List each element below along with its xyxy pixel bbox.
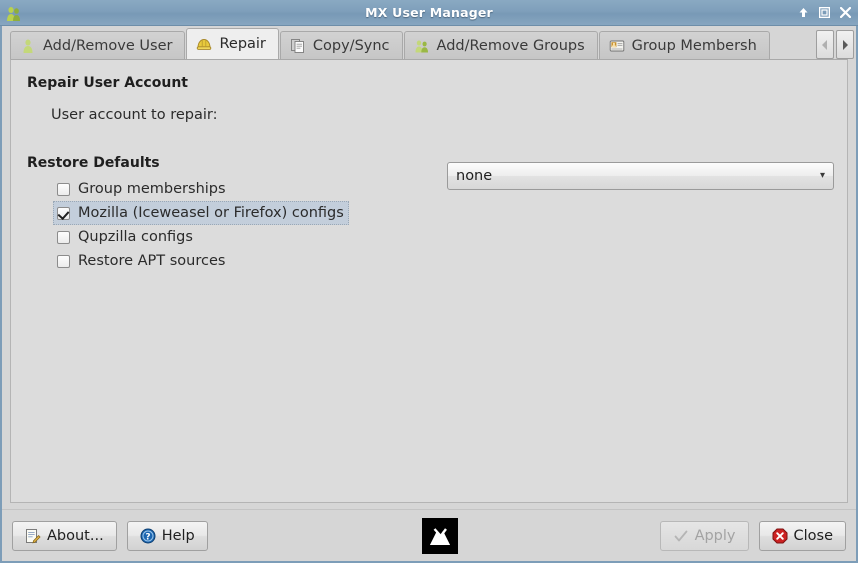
copy-documents-icon — [290, 38, 306, 54]
tab-group-membership[interactable]: Group Membersh — [598, 31, 770, 59]
question-mark-circle-icon: ? — [140, 528, 156, 544]
tab-label: Group Membersh — [631, 37, 757, 54]
id-card-icon — [609, 38, 625, 54]
checkmark-icon — [673, 528, 689, 544]
tab-add-remove-user[interactable]: Add/Remove User — [10, 31, 186, 59]
checkbox-label: Group memberships — [78, 181, 226, 197]
hardhat-icon — [196, 36, 212, 52]
tab-scroll-left-button[interactable] — [816, 30, 834, 59]
qupzilla-configs-checkbox[interactable] — [57, 230, 70, 244]
checkbox-label: Restore APT sources — [78, 253, 226, 269]
repair-section-heading: Repair User Account — [27, 75, 188, 91]
user-icon — [20, 38, 36, 54]
mozilla-configs-checkbox[interactable] — [57, 206, 70, 220]
tab-copy-sync[interactable]: Copy/Sync — [279, 31, 403, 59]
tab-label: Copy/Sync — [312, 37, 390, 54]
tab-label: Add/Remove User — [43, 37, 173, 54]
about-button[interactable]: About... — [12, 520, 117, 551]
primary-actions: Apply Close — [659, 520, 846, 551]
close-button-label: Close — [793, 527, 834, 544]
user-account-row: User account to repair: — [51, 99, 833, 130]
window-body: Add/Remove User Repair Copy/Sync Add/Rem… — [2, 26, 856, 561]
user-account-select[interactable]: none ▾ — [447, 162, 834, 190]
maximize-button[interactable] — [818, 6, 831, 19]
stop-x-icon — [772, 528, 788, 544]
tab-add-remove-groups[interactable]: Add/Remove Groups — [403, 31, 598, 59]
tab-bar: Add/Remove User Repair Copy/Sync Add/Rem… — [2, 26, 856, 59]
user-account-label: User account to repair: — [51, 106, 218, 123]
svg-text:?: ? — [145, 532, 150, 542]
application-window: MX User Manager Add/Remove User Repair C… — [0, 0, 858, 563]
title-bar[interactable]: MX User Manager — [0, 0, 858, 26]
repair-tab-panel: Repair User Account User account to repa… — [10, 59, 848, 503]
apply-button[interactable]: Apply — [659, 520, 749, 551]
tab-scroll-buttons — [816, 30, 856, 59]
tab-repair[interactable]: Repair — [186, 28, 279, 59]
group-memberships-checkbox[interactable] — [57, 182, 70, 196]
user-account-value: none — [456, 168, 493, 184]
users-group-icon — [414, 38, 430, 54]
window-controls — [797, 0, 852, 25]
users-group-icon — [3, 2, 25, 24]
checkbox-row-restore-apt-sources[interactable]: Restore APT sources — [53, 249, 230, 273]
checkbox-row-mozilla-configs[interactable]: Mozilla (Iceweasel or Firefox) configs — [53, 201, 349, 225]
checkbox-label: Mozilla (Iceweasel or Firefox) configs — [78, 205, 344, 221]
notepad-pencil-icon — [25, 528, 41, 544]
close-button[interactable] — [839, 6, 852, 19]
checkbox-label: Qupzilla configs — [78, 229, 193, 245]
about-button-label: About... — [47, 527, 104, 544]
window-title: MX User Manager — [365, 5, 493, 20]
close-button-footer[interactable]: Close — [758, 520, 846, 551]
restore-apt-sources-checkbox[interactable] — [57, 254, 70, 268]
checkbox-row-group-memberships[interactable]: Group memberships — [53, 177, 231, 201]
tab-scroll-right-button[interactable] — [836, 30, 854, 59]
help-button-label: Help — [161, 527, 195, 544]
tab-label: Add/Remove Groups — [436, 37, 585, 54]
tab-label: Repair — [219, 36, 266, 52]
chevron-down-icon: ▾ — [819, 170, 825, 181]
apply-button-label: Apply — [694, 527, 736, 544]
help-button[interactable]: ? Help — [126, 520, 208, 551]
mx-linux-logo — [422, 518, 458, 554]
checkbox-row-qupzilla-configs[interactable]: Qupzilla configs — [53, 225, 198, 249]
footer-button-bar: About... ? Help Apply Close — [2, 509, 856, 561]
shade-button[interactable] — [797, 6, 810, 19]
